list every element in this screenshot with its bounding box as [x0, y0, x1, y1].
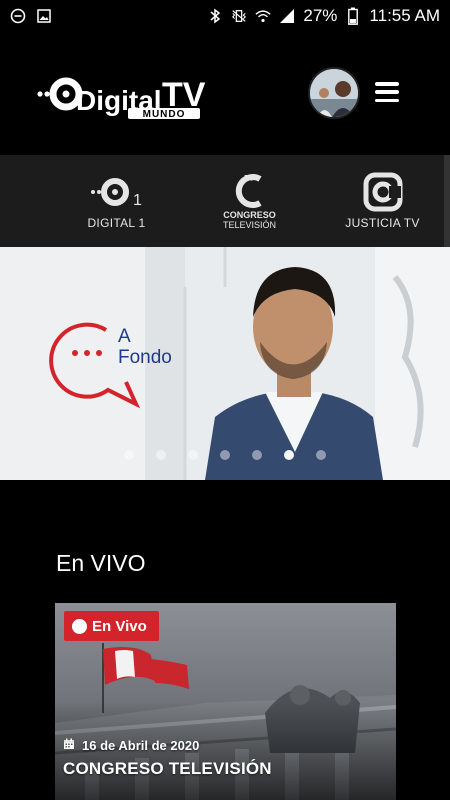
- channel-justicia-tv[interactable]: JUSTICIA TV: [316, 155, 449, 247]
- hamburger-menu-icon[interactable]: [375, 79, 401, 105]
- logo-sub-text: MUNDO: [143, 109, 186, 120]
- justicia-tv-logo-icon: [363, 172, 402, 212]
- card-date: 16 de Abril de 2020: [63, 738, 199, 753]
- live-dot-icon: [72, 618, 87, 634]
- channel-label: JUSTICIA TV: [345, 216, 420, 230]
- carousel-dot[interactable]: [188, 450, 198, 460]
- battery-percent: 27%: [303, 6, 338, 25]
- avatar[interactable]: [308, 67, 360, 119]
- carousel-dot[interactable]: [316, 450, 326, 460]
- channel-strip: 1 DIGITAL 1 CONGRESO TELEVISIÓN JUSTICIA…: [0, 155, 450, 247]
- channel-label-line2: TELEVISIÓN: [222, 219, 276, 230]
- section-title-live: En VIVO: [56, 550, 146, 576]
- banner-carousel[interactable]: A Fondo: [0, 247, 450, 480]
- image-icon: [36, 8, 52, 24]
- signal-icon: [279, 8, 295, 24]
- minus-circle-icon: [10, 8, 26, 24]
- live-badge-label: En Vivo: [92, 617, 147, 635]
- battery-icon: [345, 7, 361, 25]
- calendar-icon: [63, 738, 75, 753]
- live-badge: En Vivo: [64, 611, 159, 641]
- carousel-dot-active[interactable]: [284, 450, 294, 460]
- banner-brand-line1: A: [118, 326, 131, 347]
- vibrate-mute-icon: [231, 8, 247, 24]
- carousel-dot[interactable]: [124, 450, 134, 460]
- channel-number: 1: [133, 192, 142, 209]
- status-bar: 27% 11:55 AM: [0, 0, 450, 32]
- banner-brand-line2: Fondo: [118, 347, 172, 368]
- channel-congreso[interactable]: CONGRESO TELEVISIÓN: [183, 155, 316, 247]
- bluetooth-icon: [207, 8, 223, 24]
- card-date-text: 16 de Abril de 2020: [82, 738, 200, 753]
- clock: 11:55 AM: [369, 6, 440, 25]
- channel-label: DIGITAL 1: [87, 216, 146, 230]
- digital-1-logo-icon: 1: [90, 178, 142, 209]
- carousel-dot[interactable]: [252, 450, 262, 460]
- channel-digital-1[interactable]: 1 DIGITAL 1: [50, 155, 183, 247]
- a-fondo-logo: A Fondo: [48, 312, 198, 412]
- card-title: CONGRESO TELEVISIÓN: [63, 759, 272, 778]
- channel-label-line1: CONGRESO: [223, 209, 276, 220]
- strip-scroll-edge: [444, 155, 450, 247]
- congreso-logo-icon: [235, 173, 262, 208]
- carousel-dots: [0, 450, 450, 460]
- live-stream-card[interactable]: En Vivo 16 de Abril de 2020 CONGRESO TEL…: [55, 603, 396, 800]
- wifi-icon: [255, 8, 271, 24]
- carousel-dot[interactable]: [156, 450, 166, 460]
- app-header: Digital TV MUNDO: [0, 55, 450, 130]
- carousel-dot[interactable]: [220, 450, 230, 460]
- digital-tv-mundo-logo[interactable]: Digital TV MUNDO: [36, 70, 206, 120]
